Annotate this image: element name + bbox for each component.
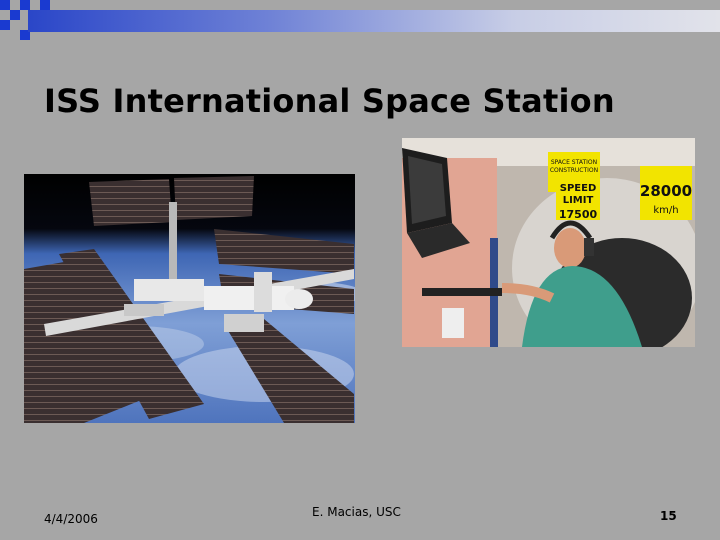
sign-text: SPACE STATION <box>551 159 597 166</box>
slide: ISS International Space Station SPACE ST… <box>0 0 720 540</box>
header-gradient-bar <box>28 10 720 32</box>
sign-text: km/h <box>653 205 678 216</box>
sign-text: 28000 <box>640 182 692 200</box>
sign-text: SPEED <box>560 183 597 194</box>
decor-square <box>0 0 10 10</box>
iss-crew-photo: SPACE STATION CONSTRUCTION SPEED LIMIT 1… <box>402 138 695 347</box>
slide-title: ISS International Space Station <box>44 82 615 120</box>
sign-text: 17500 <box>559 208 598 221</box>
decor-square <box>10 10 20 20</box>
footer-author: E. Macias, USC <box>312 505 401 519</box>
decor-square <box>20 0 30 10</box>
iss-station-image <box>24 174 355 423</box>
sign-text: LIMIT <box>563 195 594 206</box>
sign-text: CONSTRUCTION <box>550 167 598 174</box>
page-number: 15 <box>660 509 677 523</box>
decor-square <box>0 20 10 30</box>
footer-date: 4/4/2006 <box>44 512 98 526</box>
decor-square <box>40 0 50 10</box>
